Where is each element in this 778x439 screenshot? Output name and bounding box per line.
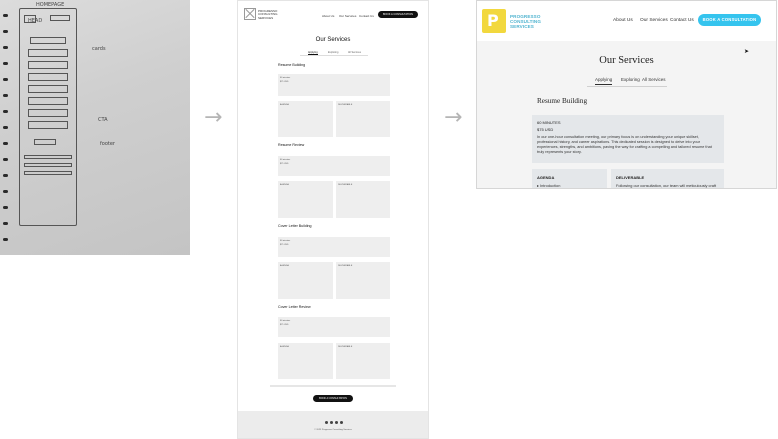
sketch-photo: HOMEPAGE HEAD cards CTA footer <box>0 0 190 255</box>
wire-section-heading: Cover Letter Building <box>278 224 312 228</box>
service-tabs: Applying Exploring All Services <box>587 77 667 87</box>
deliverable-label: DELIVERABLE <box>616 175 645 180</box>
mouse-cursor-icon: ➤ <box>744 48 750 55</box>
wire-nav-about[interactable]: About Us <box>322 14 334 18</box>
wire-tab-applying[interactable]: Applying <box>308 51 318 55</box>
nav-our-services[interactable]: Our Services <box>640 18 668 23</box>
wire-section-heading: Cover Letter Review <box>278 305 311 309</box>
deliverable-text: Following our consultation, our team wil… <box>616 183 717 188</box>
wire-deliverable-card: DELIVERABLE <box>336 101 390 137</box>
brand-name: PROGRESSO CONSULTING SERVICES <box>510 14 542 30</box>
sketch-page-frame <box>19 8 77 226</box>
arrow-right-icon: → <box>444 105 463 130</box>
nav-about-us[interactable]: About Us <box>613 18 633 23</box>
arrow-right-icon: → <box>204 105 223 130</box>
sketch-cta-note: CTA <box>98 117 108 123</box>
notebook-binding <box>2 0 10 255</box>
wire-deliverable-card: DELIVERABLE <box>336 181 390 218</box>
wire-info-card: 60 minutes $75 USD <box>278 156 390 176</box>
social-icon[interactable] <box>330 421 333 424</box>
deliverable-card: DELIVERABLE Following our consultation, … <box>611 169 724 188</box>
wire-footer: © 2023 Progresso Consulting Services <box>238 411 428 438</box>
book-consultation-button[interactable]: BOOK A CONSULTATION <box>698 14 761 26</box>
wire-closing-text-line <box>270 385 396 387</box>
wire-tabs: Applying Exploring All Services <box>300 51 368 56</box>
wire-info-card: 60 minutes $75 USD <box>278 74 390 96</box>
wire-nav-contact[interactable]: Contact Us <box>359 14 374 18</box>
wire-section-heading: Resume Building <box>278 63 306 67</box>
wire-info-card: 60 minutes $75 USD <box>278 237 390 257</box>
service-description: In our one-hour consultation meeting, ou… <box>537 135 712 154</box>
agenda-label: AGENDA <box>537 175 555 180</box>
logo-icon[interactable]: P <box>482 9 506 33</box>
wire-page-title: Our Services <box>315 37 351 43</box>
social-icon[interactable] <box>325 421 328 424</box>
tab-exploring[interactable]: Exploring <box>621 77 640 82</box>
nav-contact-us[interactable]: Contact Us <box>670 18 694 23</box>
wire-agenda-card: AGENDA <box>278 262 333 299</box>
wire-info-card: 60 minutes $75 USD <box>278 317 390 337</box>
sketch-header-note: HEAD <box>28 18 43 24</box>
wireframe-page: PROGRESSO CONSULTING SERVICES About Us O… <box>237 0 429 439</box>
wire-book-button-bottom[interactable]: BOOK A CONSULTATION <box>313 395 353 402</box>
wire-agenda-card: AGENDA <box>278 181 333 218</box>
wire-tab-all[interactable]: All Services <box>348 51 361 54</box>
wire-footer-copy: © 2023 Progresso Consulting Services <box>314 429 352 431</box>
wire-book-button[interactable]: BOOK A CONSULTATION <box>378 11 418 18</box>
logo-placeholder-icon <box>244 8 256 20</box>
price: $75 USD <box>537 127 554 132</box>
tab-applying[interactable]: Applying <box>595 77 613 85</box>
sketch-cards-note: cards <box>92 46 106 52</box>
site-header: P PROGRESSO CONSULTING SERVICES About Us… <box>477 1 776 41</box>
wire-deliverable-card: DELIVERABLE <box>336 343 390 379</box>
wire-deliverable-card: DELIVERABLE <box>336 262 390 299</box>
wire-tab-exploring[interactable]: Exploring <box>328 51 338 54</box>
social-icon[interactable] <box>335 421 338 424</box>
service-info-card: 60 MINUTES $75 USD In our one-hour consu… <box>532 115 724 163</box>
agenda-item: Introduction <box>540 183 561 188</box>
duration: 60 MINUTES <box>537 120 561 125</box>
sketch-footer-note: footer <box>100 141 115 147</box>
wire-agenda-card: AGENDA <box>278 101 333 137</box>
agenda-card: AGENDA ▸ Introduction <box>532 169 607 188</box>
wire-brand: PROGRESSO CONSULTING SERVICES <box>258 9 278 20</box>
wire-nav-services[interactable]: Our Services <box>339 14 356 18</box>
hifi-mockup: P PROGRESSO CONSULTING SERVICES About Us… <box>476 0 777 189</box>
section-heading: Resume Building <box>537 97 588 105</box>
wire-agenda-card: AGENDA <box>278 343 333 379</box>
tab-all-services[interactable]: All Services <box>642 77 666 82</box>
social-icon[interactable] <box>340 421 343 424</box>
page-title: Our Services <box>599 55 654 66</box>
wire-section-heading: Resume Review <box>278 143 305 147</box>
